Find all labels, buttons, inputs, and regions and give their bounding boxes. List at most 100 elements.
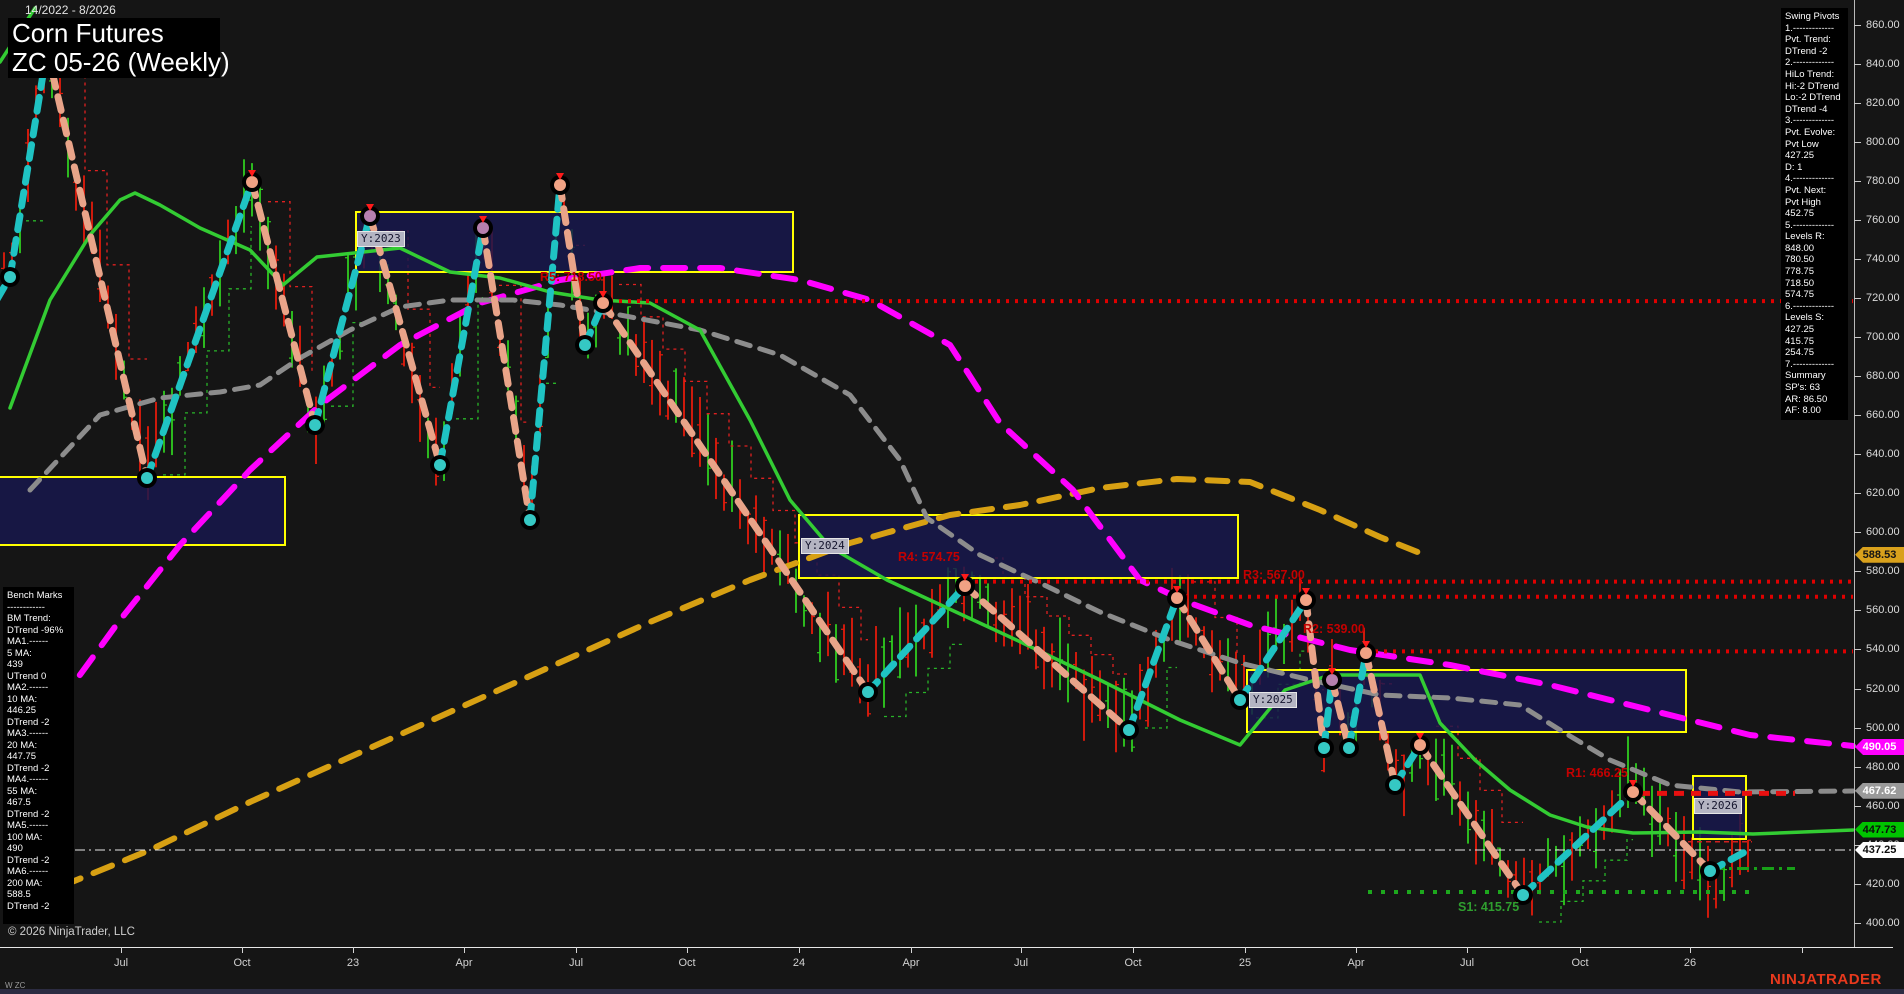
time-axis-label-Jul: Jul	[569, 957, 583, 969]
price-axis-label: 720.00	[1866, 292, 1900, 304]
time-axis-tick	[242, 947, 243, 953]
price-axis-tick	[1854, 728, 1861, 729]
swing-markers-layer	[0, 38, 1720, 905]
price-axis-label: 480.00	[1866, 761, 1900, 773]
bench-marks-line-7: UTrend 0	[7, 671, 72, 683]
price-axis-label: 840.00	[1866, 58, 1900, 70]
ninjatrader-logo: NINJATRADER	[1770, 971, 1882, 988]
bench-marks-line-19: DTrend -2	[7, 809, 72, 821]
time-axis-label-26: 26	[1684, 957, 1696, 969]
swing-pivots-line-7: Lo:-2 DTrend	[1785, 92, 1846, 104]
swing-pivots-line-21: 780.50	[1785, 254, 1846, 266]
time-axis-tick	[1356, 947, 1357, 953]
time-axis-label-Apr: Apr	[902, 957, 919, 969]
bench-marks-line-24: MA6.------	[7, 866, 72, 878]
time-axis-label-Oct: Oct	[1571, 957, 1588, 969]
time-axis-tick	[1580, 947, 1581, 953]
level-label-R1: R1: 466.25	[1566, 766, 1628, 780]
bench-marks-line-0: Bench Marks	[7, 590, 72, 602]
price-axis-tick	[1854, 259, 1861, 260]
bench-marks-line-18: 467.5	[7, 797, 72, 809]
swing-pivots-line-28: 415.75	[1785, 336, 1846, 348]
price-axis-label: 400.00	[1866, 917, 1900, 929]
time-axis-label-Jul: Jul	[1460, 957, 1474, 969]
price-axis-tick	[1854, 571, 1861, 572]
price-axis-tick	[1854, 493, 1861, 494]
price-axis-label: 800.00	[1866, 136, 1900, 148]
swing-pivots-line-22: 778.75	[1785, 266, 1846, 278]
swing-pivots-line-34: AF: 8.00	[1785, 405, 1846, 417]
contract-title: ZC 05-26 (Weekly)	[12, 48, 214, 77]
bench-marks-line-15: DTrend -2	[7, 763, 72, 775]
level-label-R5: R5: 718.50	[540, 270, 602, 284]
price-axis-tick	[1854, 884, 1861, 885]
time-axis-tick	[1467, 947, 1468, 953]
time-axis-tick	[1802, 947, 1803, 953]
price-axis-label: 660.00	[1866, 409, 1900, 421]
price-axis-label: 620.00	[1866, 487, 1900, 499]
swing-zigzag-layer	[0, 50, 1752, 895]
price-tag-490.05: 490.05	[1855, 739, 1904, 755]
swing-pivots-line-27: 427.25	[1785, 324, 1846, 336]
time-axis-tick	[1690, 947, 1691, 953]
time-axis-tick	[687, 947, 688, 953]
price-axis-label: 520.00	[1866, 683, 1900, 695]
price-axis-tick	[1854, 767, 1861, 768]
time-axis-tick	[1021, 947, 1022, 953]
price-tag-467.62: 467.62	[1855, 783, 1904, 799]
bench-marks-line-5: 5 MA:	[7, 648, 72, 660]
level-label-R4: R4: 574.75	[898, 550, 960, 564]
year-box-label-Y-2026: Y:2026	[1694, 798, 1742, 814]
price-axis-tick	[1854, 220, 1861, 221]
swing-pivots-line-16: Pvt High	[1785, 197, 1846, 209]
swing-pivots-line-30: 7.-------------	[1785, 359, 1846, 371]
swing-pivots-line-31: Summary	[1785, 370, 1846, 382]
price-axis-label: 820.00	[1866, 97, 1900, 109]
price-tag-588.53: 588.53	[1855, 547, 1904, 563]
time-axis-label-25: 25	[1239, 957, 1251, 969]
year-box-label-Y-2025: Y:2025	[1249, 692, 1297, 708]
price-axis-tick	[1854, 142, 1861, 143]
swing-pivots-line-5: HiLo Trend:	[1785, 69, 1846, 81]
time-axis-label-Apr: Apr	[455, 957, 472, 969]
bench-marks-line-27: DTrend -2	[7, 901, 72, 913]
price-axis-label: 680.00	[1866, 370, 1900, 382]
swing-pivots-line-9: 3.-------------	[1785, 115, 1846, 127]
price-tag-447.73: 447.73	[1855, 822, 1904, 838]
swing-pivots-line-23: 718.50	[1785, 278, 1846, 290]
swing-pivots-line-15: Pvt. Next:	[1785, 185, 1846, 197]
bench-marks-line-3: DTrend -96%	[7, 625, 72, 637]
copyright-label: © 2026 NinjaTrader, LLC	[8, 926, 135, 938]
price-axis-label: 760.00	[1866, 214, 1900, 226]
swing-pivots-line-8: DTrend -4	[1785, 104, 1846, 116]
time-axis-label-Oct: Oct	[233, 957, 250, 969]
chart-window: 14/2022 - 8/2026 Corn Futures ZC 05-26 (…	[0, 0, 1904, 994]
price-axis-tick	[1854, 298, 1861, 299]
swing-pivots-line-20: 848.00	[1785, 243, 1846, 255]
price-axis-tick	[1854, 689, 1861, 690]
price-axis-label: 740.00	[1866, 253, 1900, 265]
price-axis-label: 540.00	[1866, 643, 1900, 655]
level-label-R2: R2: 539.00	[1303, 622, 1365, 636]
bench-marks-panel: Bench Marks------------BM Trend:DTrend -…	[3, 587, 74, 924]
swing-pivots-line-33: AR: 86.50	[1785, 394, 1846, 406]
price-axis-label: 640.00	[1866, 448, 1900, 460]
bench-marks-line-23: DTrend -2	[7, 855, 72, 867]
time-axis-label-Oct: Oct	[678, 957, 695, 969]
swing-pivots-line-25: 6.-------------	[1785, 301, 1846, 313]
swing-pivots-line-4: 2.-------------	[1785, 57, 1846, 69]
chart-canvas[interactable]	[0, 0, 1904, 947]
window-bottom-edge	[0, 989, 1904, 994]
year-boxes-layer	[0, 212, 1746, 839]
swing-pivots-line-32: SP's: 63	[1785, 382, 1846, 394]
swing-pivots-line-6: Hi:-2 DTrend	[1785, 81, 1846, 93]
level-label-S1: S1: 415.75	[1458, 900, 1519, 914]
bench-marks-line-13: 20 MA:	[7, 740, 72, 752]
price-tag-437.25: 437.25	[1855, 842, 1904, 858]
swing-pivots-line-1: 1.-------------	[1785, 23, 1846, 35]
time-axis-tick	[911, 947, 912, 953]
price-axis-label: 860.00	[1866, 19, 1900, 31]
swing-pivots-line-14: 4.-------------	[1785, 173, 1846, 185]
bench-marks-line-2: BM Trend:	[7, 613, 72, 625]
price-axis-tick	[1854, 415, 1861, 416]
